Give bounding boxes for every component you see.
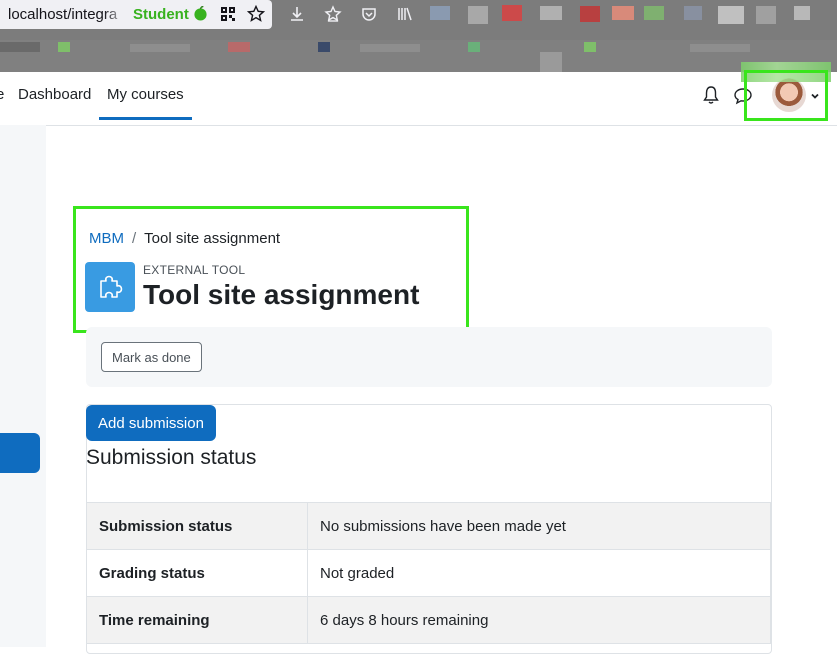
puzzle-icon <box>85 262 135 312</box>
library-icon[interactable] <box>396 5 414 23</box>
star-icon[interactable] <box>246 4 266 23</box>
url-text: localhost/integra <box>8 6 118 23</box>
add-submission-button[interactable]: Add submission <box>86 405 216 441</box>
breadcrumb-current: Tool site assignment <box>144 230 281 247</box>
row-value: No submissions have been made yet <box>307 502 771 550</box>
blurred-extension <box>718 6 744 24</box>
primary-navigation: e Dashboard My courses <box>0 72 837 126</box>
nav-item-my-courses[interactable]: My courses <box>99 86 192 120</box>
url-bar[interactable]: localhost/integra Student <box>0 0 272 29</box>
row-value: 6 days 8 hours remaining <box>307 596 771 644</box>
submission-status-heading: Submission status <box>86 446 257 469</box>
browser-toolbar: localhost/integra Student <box>0 0 837 72</box>
blurred-extension <box>502 5 522 21</box>
breadcrumb-separator: / <box>132 230 137 247</box>
blurred-extension <box>580 6 600 22</box>
nav-item-home[interactable]: e <box>0 86 4 103</box>
table-row: Time remaining 6 days 8 hours remaining <box>86 596 771 644</box>
blurred-extension <box>612 6 634 20</box>
container-label[interactable]: Student <box>133 6 189 23</box>
row-key: Time remaining <box>86 596 308 644</box>
table-row: Grading status Not graded <box>86 549 771 597</box>
blurred-extension <box>644 6 664 20</box>
user-menu-highlight <box>744 70 828 121</box>
qr-code-icon[interactable] <box>220 6 236 22</box>
blurred-extension <box>756 6 776 24</box>
course-index-drawer <box>0 125 46 647</box>
extensions-icon[interactable] <box>324 5 342 23</box>
blurred-extension <box>468 6 488 24</box>
module-type-label: EXTERNAL TOOL <box>143 263 246 277</box>
nav-item-dashboard[interactable]: Dashboard <box>18 86 91 103</box>
drawer-toggle-button[interactable] <box>0 433 40 473</box>
row-key: Submission status <box>86 502 308 550</box>
blurred-extension <box>684 6 702 20</box>
blurred-extension <box>794 6 810 20</box>
blurred-extension <box>540 6 562 20</box>
row-key: Grading status <box>86 549 308 597</box>
download-icon[interactable] <box>288 5 306 23</box>
activity-completion: Mark as done <box>86 327 772 387</box>
row-value: Not graded <box>307 549 771 597</box>
table-row: Submission status No submissions have be… <box>86 502 771 550</box>
bell-icon[interactable] <box>702 85 720 105</box>
blurred-bookmarks-bar <box>0 40 837 72</box>
breadcrumb: MBM / Tool site assignment <box>89 230 280 247</box>
submission-status-table: Submission status No submissions have be… <box>86 502 771 644</box>
apple-icon <box>193 6 208 21</box>
mark-as-done-button[interactable]: Mark as done <box>101 342 202 372</box>
breadcrumb-course-link[interactable]: MBM <box>89 230 124 247</box>
blurred-extension <box>430 6 450 20</box>
pocket-icon[interactable] <box>360 5 378 23</box>
page-title: Tool site assignment <box>143 279 420 310</box>
